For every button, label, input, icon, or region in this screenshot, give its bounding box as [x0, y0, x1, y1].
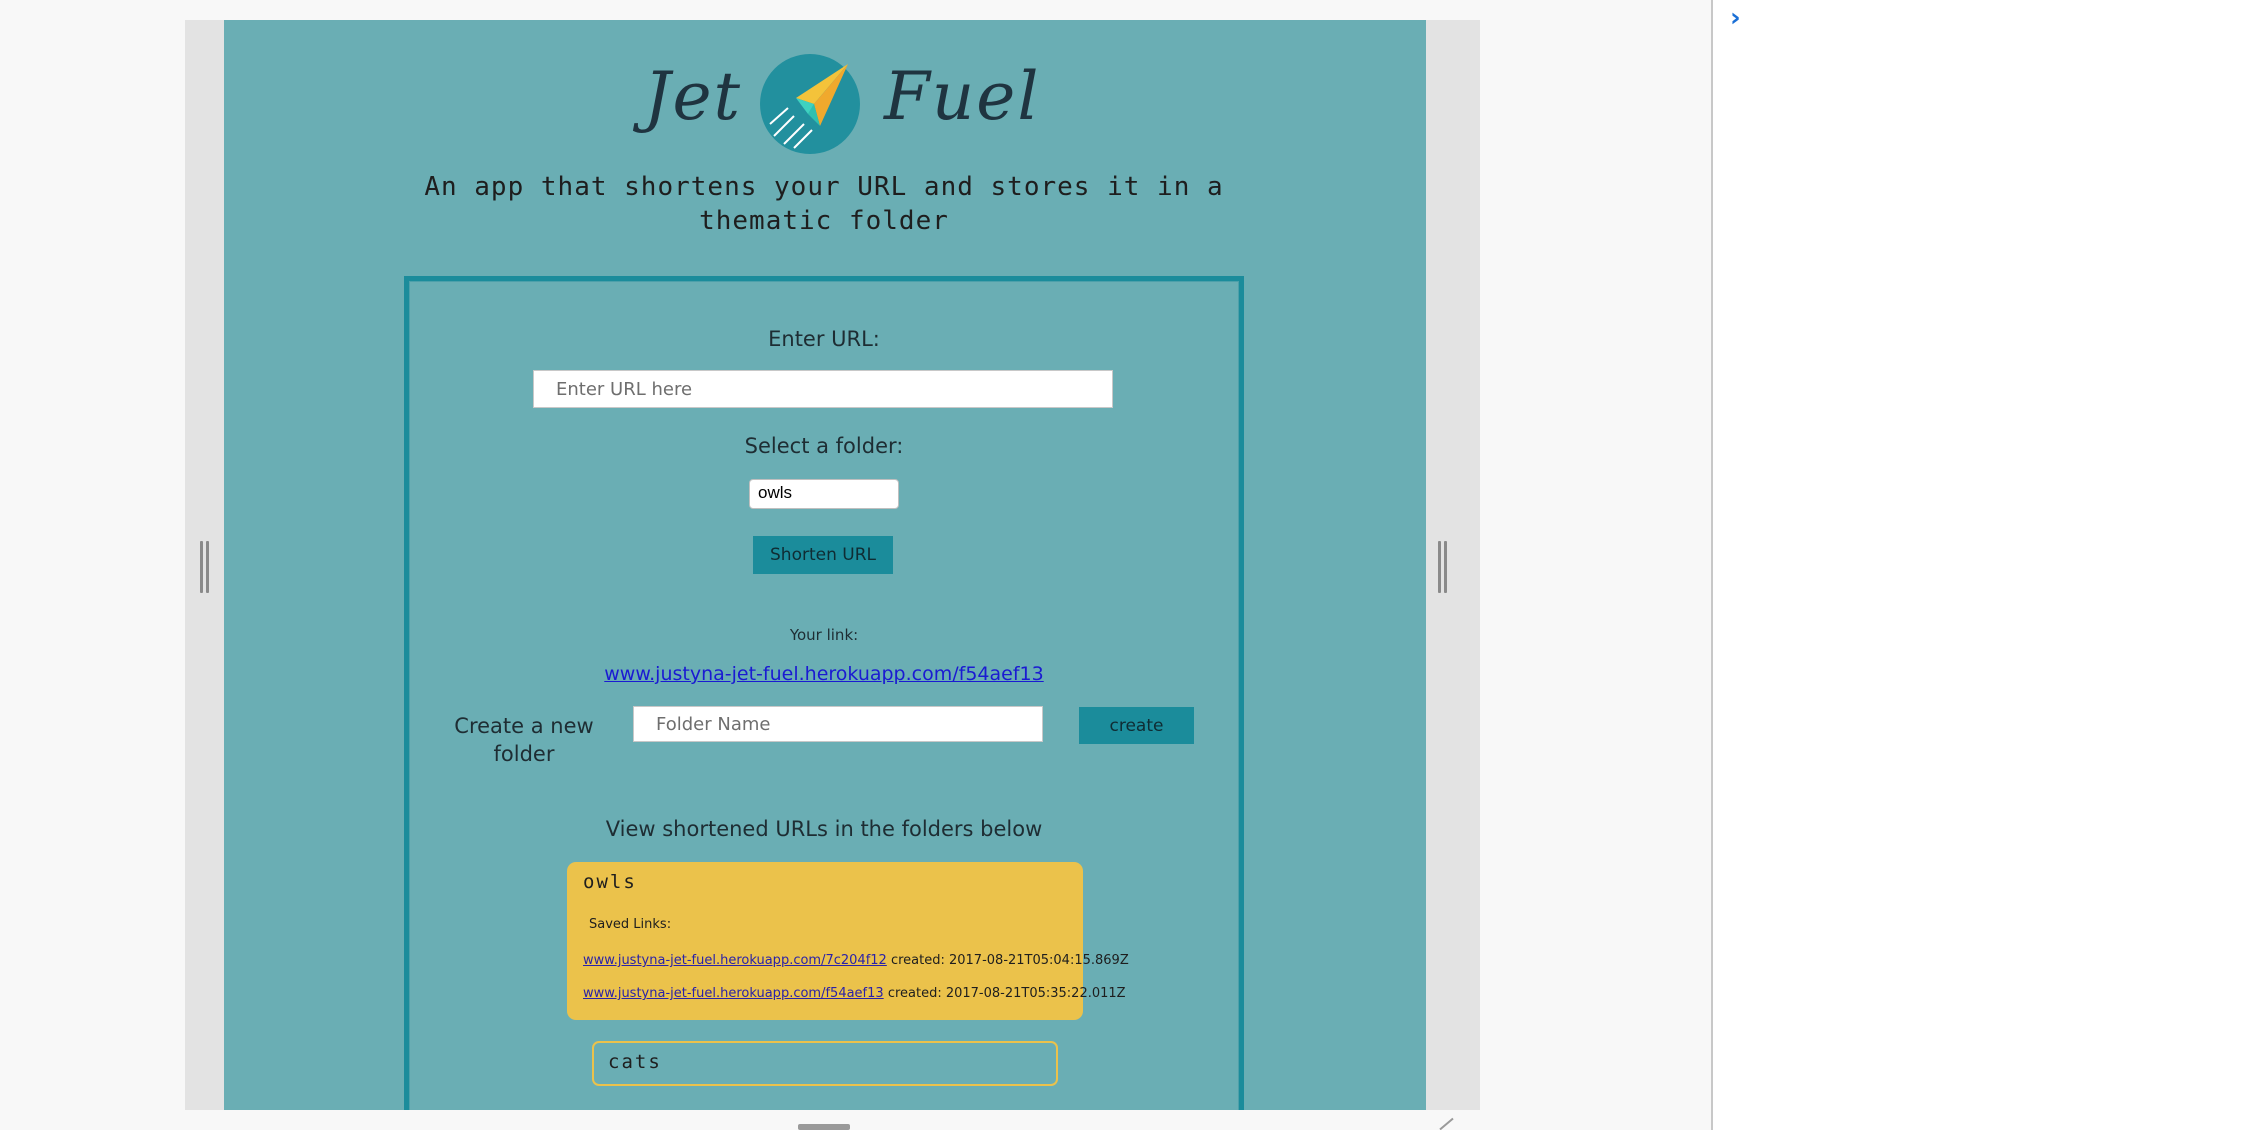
shorten-url-button[interactable]: Shorten URL	[753, 536, 893, 574]
page-viewport: Jet Fuel An app that shortens your URL a…	[224, 20, 1426, 1110]
url-input[interactable]	[533, 370, 1113, 408]
app-logo: Jet Fuel	[224, 48, 1426, 158]
folder-title: cats	[608, 1051, 662, 1073]
folder-card-owls[interactable]: owls Saved Links: www.justyna-jet-fuel.h…	[567, 862, 1129, 1020]
devtools-console-panel: ›	[1711, 0, 2260, 1130]
folder-name-input[interactable]	[633, 706, 1043, 742]
saved-link-created: created: 2017-08-21T05:04:15.869Z	[890, 953, 1129, 968]
saved-links-label: Saved Links:	[589, 917, 672, 932]
folder-title: owls	[583, 871, 637, 893]
saved-link-row: www.justyna-jet-fuel.herokuapp.com/7c204…	[583, 953, 1129, 968]
app-tagline: An app that shortens your URL and stores…	[424, 172, 1224, 236]
saved-link-row: www.justyna-jet-fuel.herokuapp.com/f54ae…	[583, 986, 1126, 1001]
saved-link[interactable]: www.justyna-jet-fuel.herokuapp.com/7c204…	[583, 953, 887, 968]
shortened-link[interactable]: www.justyna-jet-fuel.herokuapp.com/f54ae…	[409, 663, 1239, 685]
folder-select-label: Select a folder:	[744, 434, 904, 458]
folder-card-cats[interactable]: cats	[592, 1041, 1058, 1086]
folders-heading: View shortened URLs in the folders below	[605, 817, 1043, 841]
saved-link[interactable]: www.justyna-jet-fuel.herokuapp.com/f54ae…	[583, 986, 884, 1001]
resize-handle-left[interactable]	[199, 541, 211, 593]
create-folder-label: Create a new folder	[454, 714, 594, 766]
resize-handle-bottom[interactable]	[798, 1124, 850, 1130]
create-folder-button[interactable]: create	[1079, 707, 1194, 744]
logo-text-jet: Jet	[644, 58, 743, 135]
saved-link-created: created: 2017-08-21T05:35:22.011Z	[887, 986, 1126, 1001]
logo-text-fuel: Fuel	[884, 58, 1041, 135]
folder-select-value: owls	[758, 483, 793, 502]
folder-select[interactable]: owls	[749, 479, 899, 509]
resize-corner-handle[interactable]	[1438, 1118, 1452, 1130]
paper-plane-icon	[760, 54, 860, 154]
url-label: Enter URL:	[768, 327, 880, 351]
your-link-label: Your link:	[789, 626, 859, 644]
main-panel: Enter URL: Select a folder: owls Shorten…	[404, 276, 1244, 1110]
resize-handle-right[interactable]	[1437, 541, 1449, 593]
chevron-right-icon[interactable]: ›	[1730, 5, 1741, 31]
